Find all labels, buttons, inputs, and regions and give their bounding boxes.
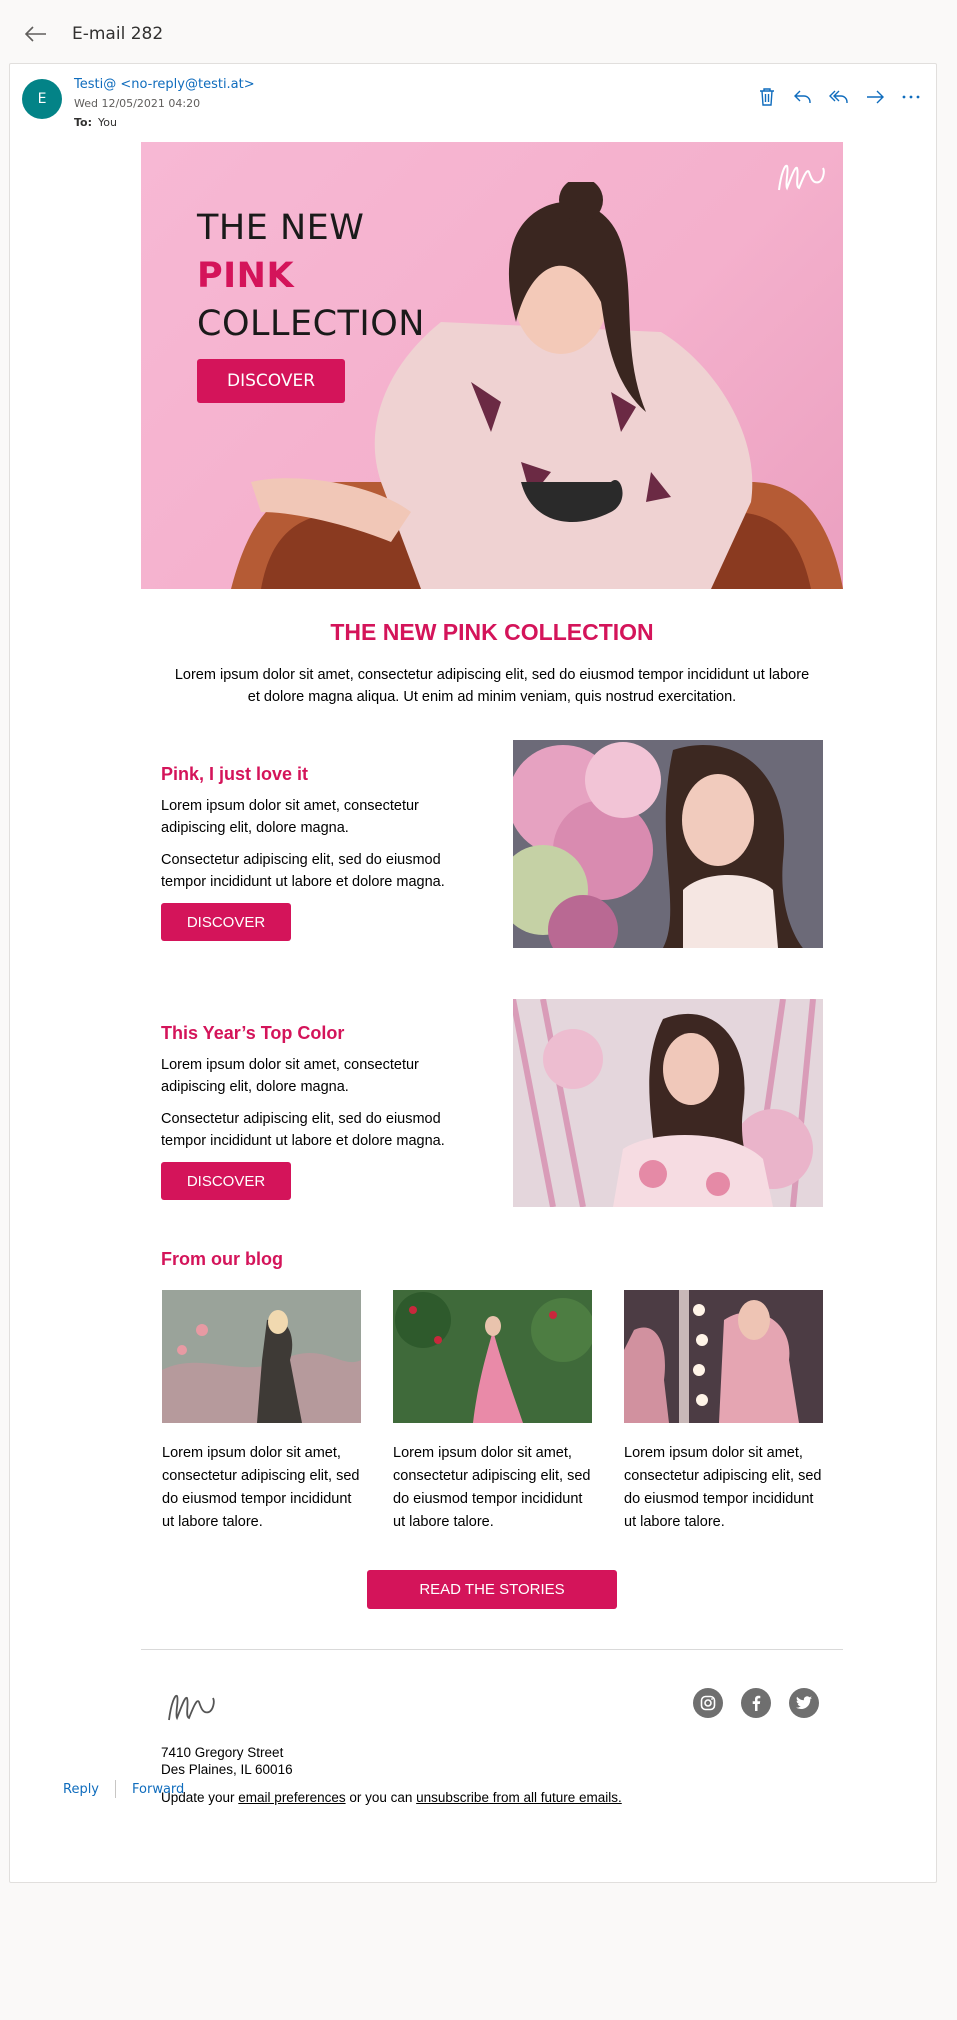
separator bbox=[115, 1780, 117, 1798]
prefs-text: or you can bbox=[345, 1790, 417, 1805]
hero-banner: THE NEW PINK COLLECTION DISCOVER bbox=[141, 142, 843, 589]
delete-icon[interactable] bbox=[754, 84, 780, 110]
flowers-model-image bbox=[513, 740, 823, 948]
email-body: THE NEW PINK COLLECTION DISCOVER THE NEW… bbox=[141, 142, 843, 1810]
message-actions bbox=[754, 84, 924, 110]
feature-block-2: This Year’s Top Color Lorem ipsum dolor … bbox=[141, 999, 843, 1207]
feature-text: This Year’s Top Color Lorem ipsum dolor … bbox=[161, 1023, 461, 1200]
unsubscribe-link[interactable]: unsubscribe from all future emails. bbox=[416, 1790, 622, 1805]
mirror-model-image[interactable] bbox=[624, 1290, 823, 1423]
hero-line-3: COLLECTION bbox=[197, 304, 425, 344]
feature-block-1: Pink, I just love it Lorem ipsum dolor s… bbox=[141, 740, 843, 948]
reply-link[interactable]: Reply bbox=[63, 1782, 99, 1797]
email-subject: E-mail 282 bbox=[72, 24, 164, 44]
reading-pane: E Testi@ <no-reply@testi.at> Wed 12/05/2… bbox=[9, 63, 937, 1883]
blog-text: Lorem ipsum dolor sit amet, consectetur … bbox=[624, 1445, 822, 1530]
footer-brand-logo bbox=[168, 1694, 215, 1721]
blog-item: Lorem ipsum dolor sit amet, consectetur … bbox=[162, 1290, 361, 1534]
blog-text: Lorem ipsum dolor sit amet, consectetur … bbox=[162, 1445, 360, 1530]
brand-logo bbox=[778, 164, 825, 191]
facebook-icon[interactable] bbox=[741, 1688, 771, 1718]
blog-section: From our blog Lorem ipsum dolor sit amet… bbox=[141, 1249, 843, 1609]
hero-line-2: PINK bbox=[197, 256, 295, 296]
hero-discover-button[interactable]: DISCOVER bbox=[197, 359, 345, 403]
to-value[interactable]: You bbox=[98, 116, 117, 129]
more-icon[interactable] bbox=[898, 84, 924, 110]
avatar: E bbox=[22, 79, 62, 119]
blog-item: Lorem ipsum dolor sit amet, consectetur … bbox=[624, 1290, 823, 1534]
intro-paragraph: Lorem ipsum dolor sit amet, consectetur … bbox=[174, 667, 810, 705]
top-bar: E-mail 282 bbox=[0, 0, 957, 64]
back-arrow-icon[interactable] bbox=[22, 20, 50, 48]
sent-date: Wed 12/05/2021 04:20 bbox=[74, 97, 201, 110]
collection-headline: THE NEW PINK COLLECTION bbox=[330, 619, 654, 645]
feature-title: Pink, I just love it bbox=[161, 764, 309, 784]
social-links bbox=[693, 1688, 819, 1718]
feature-discover-button[interactable]: DISCOVER bbox=[161, 903, 291, 941]
garden-model-image[interactable] bbox=[393, 1290, 595, 1423]
blog-item: Lorem ipsum dolor sit amet, consectetur … bbox=[393, 1290, 595, 1534]
feature-discover-button[interactable]: DISCOVER bbox=[161, 1162, 291, 1200]
blog-row: Lorem ipsum dolor sit amet, consectetur … bbox=[141, 1290, 843, 1534]
feature-title: This Year’s Top Color bbox=[161, 1023, 345, 1043]
reply-icon[interactable] bbox=[790, 84, 816, 110]
postal-address: 7410 Gregory Street Des Plaines, IL 6001… bbox=[161, 1744, 293, 1778]
forward-icon[interactable] bbox=[862, 84, 888, 110]
preferences-line: Update your email preferences or you can… bbox=[161, 1790, 622, 1805]
hero-line-1: THE NEW bbox=[197, 208, 365, 248]
reply-bar: Reply Forward bbox=[63, 1780, 184, 1798]
twitter-icon[interactable] bbox=[789, 1688, 819, 1718]
address-line-2: Des Plaines, IL 60016 bbox=[161, 1762, 293, 1777]
read-stories-button[interactable]: READ THE STORIES bbox=[367, 1570, 617, 1609]
instagram-icon[interactable] bbox=[693, 1688, 723, 1718]
to-label: To: bbox=[74, 116, 92, 129]
feature-paragraph: Consectetur adipiscing elit, sed do eius… bbox=[161, 852, 445, 890]
hero-title: THE NEW PINK COLLECTION bbox=[197, 204, 425, 348]
email-preferences-link[interactable]: email preferences bbox=[238, 1790, 345, 1805]
address-line-1: 7410 Gregory Street bbox=[161, 1745, 284, 1760]
feature-text: Pink, I just love it Lorem ipsum dolor s… bbox=[161, 764, 461, 941]
reply-all-icon[interactable] bbox=[826, 84, 852, 110]
recipient-line: To: You bbox=[74, 116, 117, 129]
feature-paragraph: Lorem ipsum dolor sit amet, consectetur … bbox=[161, 1057, 419, 1095]
forward-link[interactable]: Forward bbox=[132, 1782, 184, 1797]
email-footer: 7410 Gregory Street Des Plaines, IL 6001… bbox=[141, 1650, 843, 1810]
field-model-image[interactable] bbox=[162, 1290, 361, 1423]
feature-paragraph: Consectetur adipiscing elit, sed do eius… bbox=[161, 1111, 445, 1149]
feature-paragraph: Lorem ipsum dolor sit amet, consectetur … bbox=[161, 798, 419, 836]
blog-text: Lorem ipsum dolor sit amet, consectetur … bbox=[393, 1445, 591, 1530]
blog-title: From our blog bbox=[161, 1249, 283, 1269]
blossom-model-image bbox=[513, 999, 823, 1207]
sender-address[interactable]: Testi@ <no-reply@testi.at> bbox=[74, 77, 255, 92]
